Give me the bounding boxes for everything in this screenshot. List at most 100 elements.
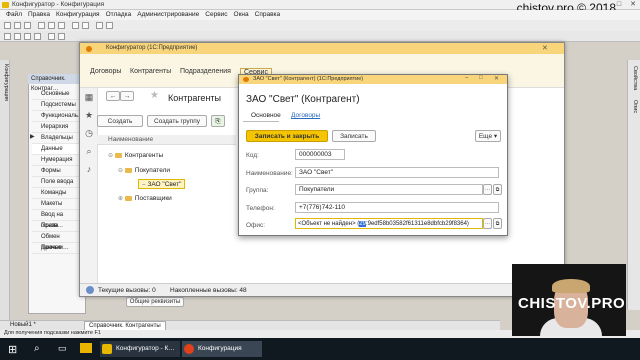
tab-templates[interactable]: Макеты xyxy=(32,199,85,210)
form-maximize-icon[interactable]: □ xyxy=(479,75,483,81)
run-enterprise-icon[interactable] xyxy=(34,33,41,40)
expand-icon[interactable]: ⊕ xyxy=(118,196,123,202)
copy-icon[interactable] xyxy=(48,22,55,29)
tab-owners[interactable]: Владельцы xyxy=(32,133,85,144)
menu-help[interactable]: Справка xyxy=(255,10,281,20)
office-field[interactable]: <Объект не найден> (29:9edf58b03582f6131… xyxy=(295,218,483,229)
paste-icon[interactable] xyxy=(58,22,65,29)
notifications-bell-icon[interactable]: ♪ xyxy=(84,164,94,174)
menu-windows[interactable]: Окна xyxy=(234,10,249,20)
open-icon[interactable] xyxy=(14,22,21,29)
replace-icon[interactable] xyxy=(106,22,113,29)
list-item-selected[interactable]: – ЗАО "Свет" xyxy=(138,179,186,189)
menu-file[interactable]: Файл xyxy=(6,10,22,20)
step-icon[interactable] xyxy=(58,33,65,40)
history-icon[interactable]: ◷ xyxy=(84,128,94,138)
undo-icon[interactable] xyxy=(72,22,79,29)
tab-new1[interactable]: Новый1 * xyxy=(10,322,36,328)
enterprise-title: Конфигуратор (1С:Предприятие) xyxy=(106,45,198,51)
favorite-star-icon[interactable]: ★ xyxy=(150,90,159,101)
task-view-icon[interactable]: ▭ xyxy=(58,343,67,354)
tab-forms[interactable]: Формы xyxy=(32,166,85,177)
form-logo-icon xyxy=(243,77,249,82)
find-icon[interactable] xyxy=(96,22,103,29)
item-dash-icon: – xyxy=(142,181,146,188)
save-and-close-button[interactable]: Записать и закрыть xyxy=(246,130,328,142)
menu-administration[interactable]: Администрирование xyxy=(137,10,199,20)
tab-data[interactable]: Данные xyxy=(32,144,85,155)
explorer-icon[interactable] xyxy=(80,343,92,353)
selected-arrow-icon: ▶ xyxy=(30,134,35,140)
form-minimize-icon[interactable]: – xyxy=(465,75,468,81)
close-icon[interactable]: ✕ xyxy=(626,0,640,10)
section-contractors[interactable]: Контрагенты xyxy=(130,68,171,75)
menu-configuration[interactable]: Конфигурация xyxy=(56,10,100,20)
breakpoint-icon[interactable] xyxy=(48,33,55,40)
taskbar-configurator[interactable]: Конфигуратор - К… xyxy=(100,341,180,357)
tab-rights[interactable]: Права xyxy=(32,221,85,232)
name-field[interactable]: ЗАО "Свет" xyxy=(295,167,499,178)
menu-service[interactable]: Сервис xyxy=(205,10,227,20)
phone-field[interactable]: +7(776)742-110 xyxy=(295,202,499,213)
create-button[interactable]: Создать xyxy=(97,115,143,127)
tab-contracts[interactable]: Договоры xyxy=(291,112,320,119)
code-label: Код: xyxy=(246,152,259,159)
group-select-button[interactable]: ··· xyxy=(483,184,492,195)
apps-grid-icon[interactable]: ▦ xyxy=(84,92,94,102)
tab-main[interactable]: Основные xyxy=(32,89,85,100)
code-field[interactable]: 000000003 xyxy=(295,149,345,160)
favorites-star-icon[interactable]: ★ xyxy=(84,110,94,120)
export-icon[interactable]: ⎘ xyxy=(211,115,225,127)
folder-icon xyxy=(114,152,122,158)
app-icon xyxy=(2,2,9,8)
menu-edit[interactable]: Правка xyxy=(28,10,50,20)
run-debug-icon[interactable] xyxy=(24,33,31,40)
configuration-side-tab[interactable]: Конфигурация xyxy=(3,64,9,101)
tab-numbering[interactable]: Нумерация xyxy=(32,155,85,166)
enterprise-status-bar: Текущие вызовы: 0 Накопленные вызовы: 48 xyxy=(80,283,564,296)
list-item[interactable]: ⊖ Контрагенты xyxy=(108,151,163,161)
tab-input-based[interactable]: Ввод на основ… xyxy=(32,210,85,229)
collapse-icon[interactable]: ⊖ xyxy=(108,153,113,159)
tab-input-field[interactable]: Поле ввода xyxy=(32,177,85,188)
section-departments[interactable]: Подразделения xyxy=(180,68,231,75)
config-tree-icon[interactable] xyxy=(4,33,11,40)
list-item[interactable]: ⊕ Поставщики xyxy=(118,194,172,204)
search-icon[interactable]: ⌕ xyxy=(34,343,40,354)
cut-icon[interactable] xyxy=(38,22,45,29)
redo-icon[interactable] xyxy=(82,22,89,29)
enterprise-close-icon[interactable]: ✕ xyxy=(542,44,548,52)
tab-hierarchy[interactable]: Иерархия xyxy=(32,122,85,133)
group-label: Группа: xyxy=(246,187,269,194)
office-open-icon[interactable]: ⧉ xyxy=(493,218,502,229)
tab-subsystems[interactable]: Подсистемы xyxy=(32,100,85,111)
tab-functional[interactable]: Функциональ… xyxy=(32,111,85,122)
create-group-button[interactable]: Создать группу xyxy=(147,115,207,127)
windows-start-icon[interactable]: ⊞ xyxy=(8,343,17,356)
save-icon[interactable] xyxy=(24,22,31,29)
common-requisites-button[interactable]: Общие реквизиты xyxy=(126,297,184,307)
more-button[interactable]: Еще ▾ xyxy=(475,130,501,142)
tab-main[interactable]: Основное xyxy=(251,112,281,119)
tab-commands[interactable]: Команды xyxy=(32,188,85,199)
new-icon[interactable] xyxy=(4,22,11,29)
group-open-icon[interactable]: ⧉ xyxy=(493,184,502,195)
tab-data-exchange[interactable]: Обмен данным… xyxy=(32,232,85,251)
forward-button[interactable]: → xyxy=(120,91,134,101)
search-icon[interactable]: ⌕ xyxy=(84,146,94,156)
form-close-icon[interactable]: ✕ xyxy=(494,75,499,82)
save-button[interactable]: Записать xyxy=(332,130,376,142)
office-select-button[interactable]: ··· xyxy=(483,218,492,229)
section-contracts[interactable]: Договоры xyxy=(90,68,121,75)
collapse-icon[interactable]: ⊖ xyxy=(118,168,123,174)
menu-debug[interactable]: Отладка xyxy=(106,10,132,20)
list-column-header[interactable]: Наименование xyxy=(97,135,236,145)
back-button[interactable]: ← xyxy=(106,91,120,101)
list-item[interactable]: ⊖ Покупатели xyxy=(118,166,170,176)
update-db-icon[interactable] xyxy=(14,33,21,40)
taskbar-enterprise[interactable]: Конфигурация xyxy=(182,341,262,357)
tab-other[interactable]: Прочее xyxy=(32,243,85,254)
group-field[interactable]: Покупатели xyxy=(295,184,483,195)
properties-side-tab[interactable]: Свойства xyxy=(632,66,638,90)
description-side-tab[interactable]: Опис xyxy=(632,100,638,113)
